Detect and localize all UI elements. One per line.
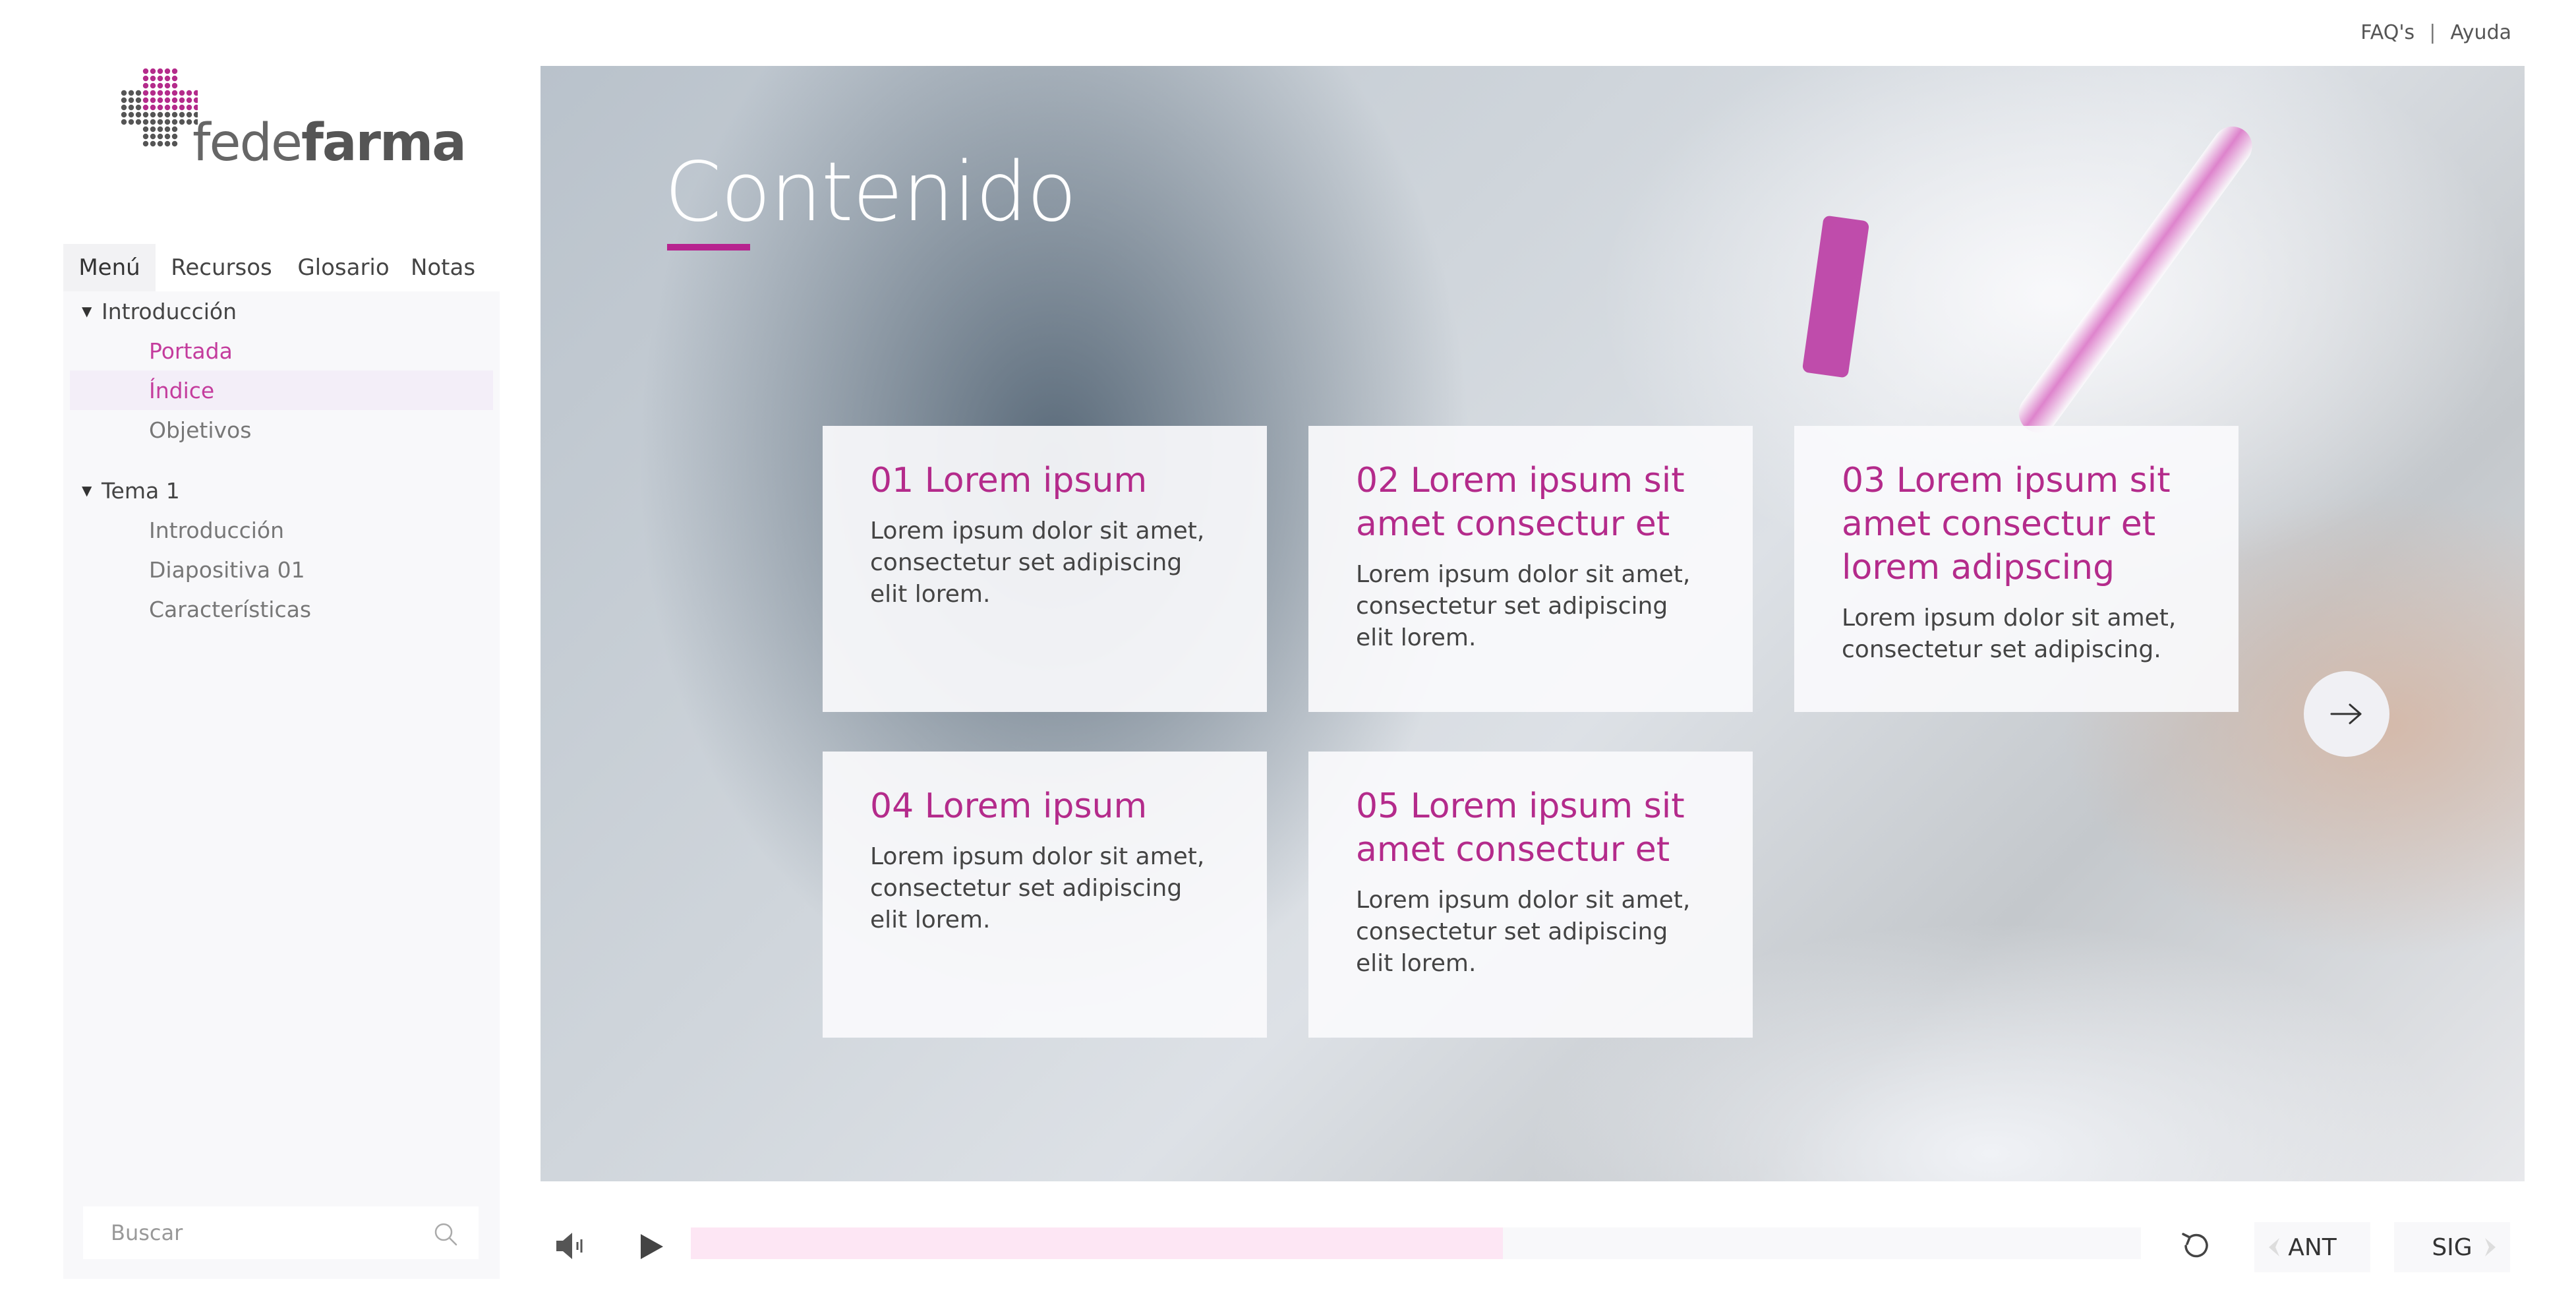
logo-wordmark: fedefarma xyxy=(192,113,467,173)
tree-group-introduccion[interactable]: ▼ Introducción xyxy=(63,291,500,331)
page-title: Contenido xyxy=(664,145,1077,240)
arrow-right-icon xyxy=(2330,703,2362,724)
card-text: Lorem ipsum dolor sit amet, consectetur … xyxy=(870,517,1205,608)
card-title: 03 Lorem ipsum sit amet consectur et lor… xyxy=(1842,461,2171,587)
card-title: 02 Lorem ipsum sit amet consectur et xyxy=(1356,461,1685,544)
tree-group-tema-1[interactable]: ▼ Tema 1 xyxy=(63,471,500,510)
tab-notes[interactable]: Notas xyxy=(399,244,486,291)
logo-word-light: fede xyxy=(192,113,303,173)
cross-dots-icon xyxy=(121,68,198,147)
top-links: FAQ's | Ayuda xyxy=(2360,21,2511,44)
search-box xyxy=(83,1206,479,1259)
faq-link[interactable]: FAQ's xyxy=(2360,21,2415,44)
tab-menu[interactable]: Menú xyxy=(63,244,156,291)
tree-group-label: Tema 1 xyxy=(102,477,180,504)
content-card-01[interactable]: 01 Lorem ipsum Lorem ipsum dolor sit ame… xyxy=(823,426,1267,712)
sidebar-tabs: Menú Recursos Glosario Notas xyxy=(63,244,500,291)
tree-item-objetivos[interactable]: Objetivos xyxy=(63,410,500,450)
tree-item-portada[interactable]: Portada xyxy=(63,331,500,370)
content-card-03[interactable]: 03 Lorem ipsum sit amet consectur et lor… xyxy=(1794,426,2239,712)
card-title: 05 Lorem ipsum sit amet consectur et xyxy=(1356,786,1685,870)
progress-bar[interactable] xyxy=(691,1227,2141,1259)
menu-tree: ▼ Introducción Portada Índice Objetivos … xyxy=(63,291,500,629)
replay-icon[interactable] xyxy=(2175,1225,2217,1267)
progress-fill xyxy=(691,1227,1503,1259)
help-link[interactable]: Ayuda xyxy=(2450,21,2511,44)
caret-down-icon: ▼ xyxy=(82,303,92,319)
content-stage: Contenido 01 Lorem ipsum Lorem ipsum dol… xyxy=(541,66,2525,1181)
card-title: 01 Lorem ipsum xyxy=(870,461,1148,500)
content-card-04[interactable]: 04 Lorem ipsum Lorem ipsum dolor sit ame… xyxy=(823,752,1267,1038)
search-input[interactable] xyxy=(111,1220,414,1245)
title-underline xyxy=(667,244,750,251)
next-cards-button[interactable] xyxy=(2304,671,2389,757)
link-separator: | xyxy=(2429,21,2436,44)
content-card-02[interactable]: 02 Lorem ipsum sit amet consectur et Lor… xyxy=(1308,426,1753,712)
search-icon[interactable] xyxy=(432,1221,459,1247)
card-text: Lorem ipsum dolor sit amet, consectetur … xyxy=(1842,605,2177,663)
tree-item-introduccion[interactable]: Introducción xyxy=(63,510,500,550)
chevron-left-icon xyxy=(2269,1238,2279,1256)
next-button[interactable]: SIG xyxy=(2394,1222,2510,1272)
player-controls: ANT SIG xyxy=(541,1217,2525,1283)
volume-icon[interactable] xyxy=(552,1227,589,1264)
card-text: Lorem ipsum dolor sit amet, consectetur … xyxy=(1356,887,1691,977)
content-card-05[interactable]: 05 Lorem ipsum sit amet consectur et Lor… xyxy=(1308,752,1753,1038)
tree-item-indice[interactable]: Índice xyxy=(70,370,493,410)
tree-group-label: Introducción xyxy=(102,298,237,324)
next-label: SIG xyxy=(2432,1233,2473,1261)
logo-word-bold: farma xyxy=(301,113,467,173)
fedefarma-logo: fedefarma xyxy=(119,66,467,173)
tree-item-caracteristicas[interactable]: Características xyxy=(63,589,500,629)
tab-glossary[interactable]: Glosario xyxy=(287,244,399,291)
caret-down-icon: ▼ xyxy=(82,483,92,498)
previous-button[interactable]: ANT xyxy=(2254,1222,2370,1272)
chevron-right-icon xyxy=(2485,1238,2496,1256)
card-title: 04 Lorem ipsum xyxy=(870,786,1148,826)
play-icon[interactable] xyxy=(633,1229,668,1264)
tab-resources[interactable]: Recursos xyxy=(156,244,287,291)
previous-label: ANT xyxy=(2288,1233,2337,1261)
card-text: Lorem ipsum dolor sit amet, consectetur … xyxy=(870,843,1205,933)
card-text: Lorem ipsum dolor sit amet, consectetur … xyxy=(1356,561,1691,651)
tree-item-diapositiva-01[interactable]: Diapositiva 01 xyxy=(63,550,500,589)
